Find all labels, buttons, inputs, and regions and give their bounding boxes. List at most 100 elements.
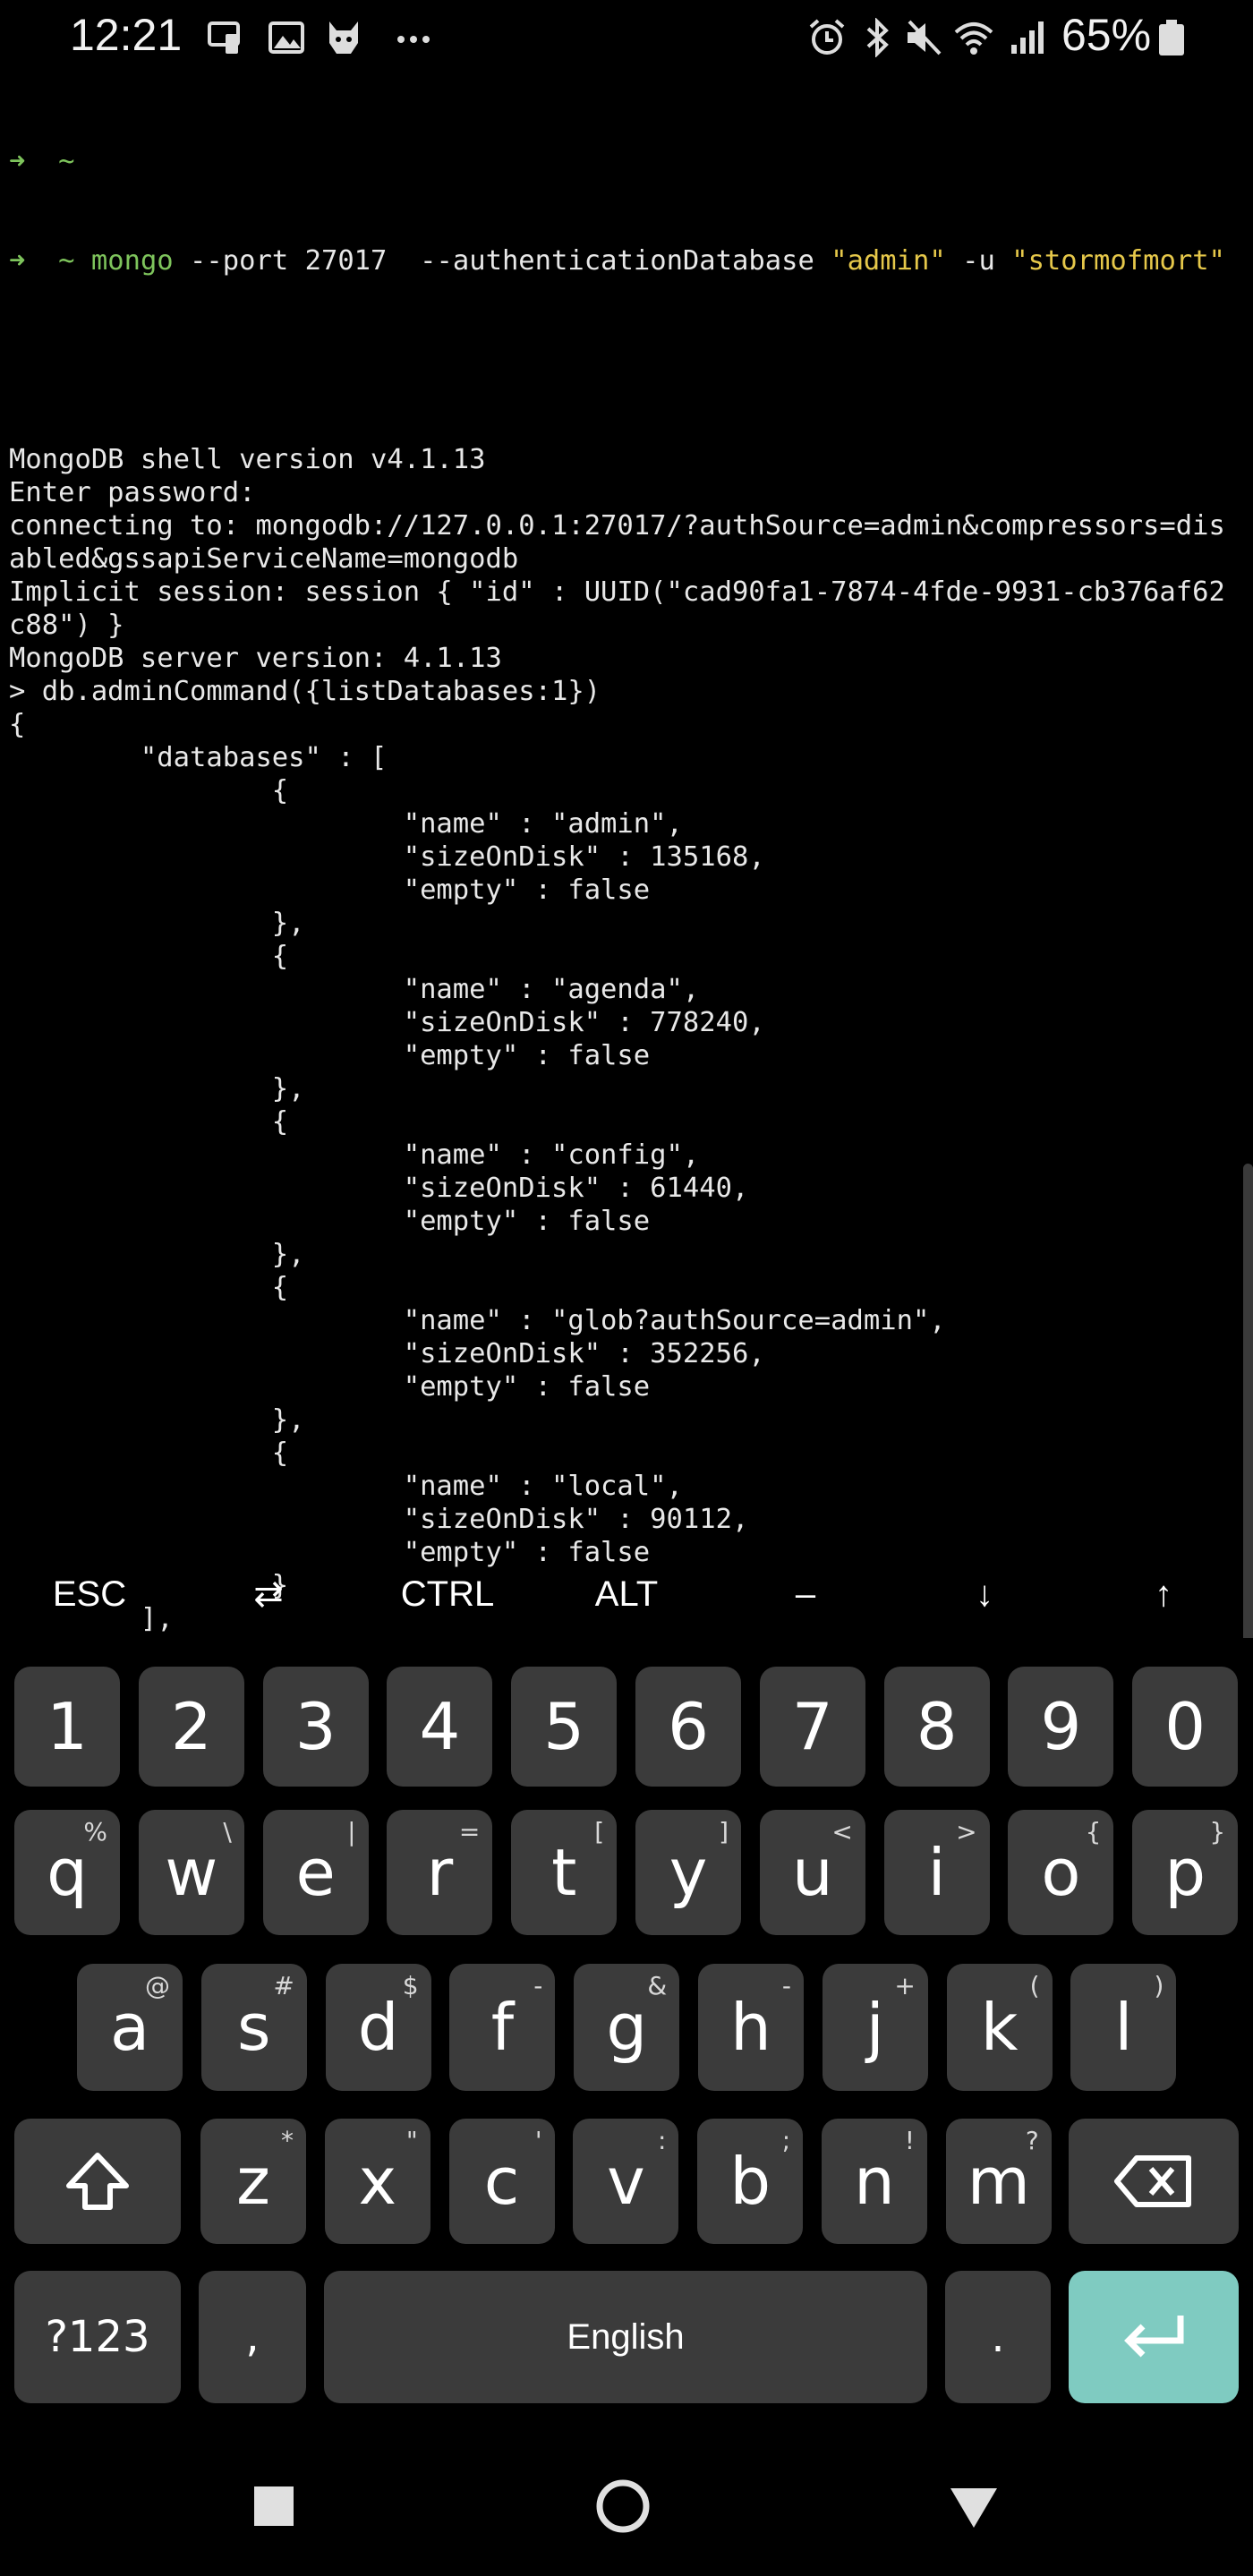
ctrl-key[interactable]: CTRL bbox=[358, 1554, 537, 1634]
terminal-line: }, bbox=[9, 1239, 305, 1270]
terminal-line: "empty" : false bbox=[9, 1371, 651, 1403]
terminal-line: { bbox=[9, 1437, 289, 1469]
key-label: g bbox=[606, 1990, 648, 2065]
key-e[interactable]: e | bbox=[262, 1810, 369, 1935]
tab-key[interactable]: ⇄ bbox=[179, 1554, 358, 1634]
terminal-line: "name" : "config", bbox=[9, 1139, 700, 1171]
key-label: 0 bbox=[1164, 1689, 1206, 1764]
terminal-output[interactable]: ➜ ~ ➜ ~ mongo --port 27017 --authenticat… bbox=[9, 79, 1244, 1833]
key-4[interactable]: 4 bbox=[387, 1667, 493, 1787]
signal-icon bbox=[1011, 21, 1044, 54]
key-g[interactable]: g & bbox=[574, 1964, 680, 2091]
battery-icon bbox=[1159, 20, 1184, 55]
key-2[interactable]: 2 bbox=[138, 1667, 244, 1787]
key-j[interactable]: j + bbox=[822, 1964, 928, 2091]
back-icon[interactable] bbox=[938, 2470, 1010, 2542]
soft-keyboard: 1 2 3 4 5 6 7 8 9 0 q% w \ e | r = t[y] u < i > o{p} a @ s # d $ f - g &… bbox=[0, 1638, 1253, 2426]
key-hint: \ bbox=[223, 1817, 232, 1847]
terminal-line: MongoDB server version: 4.1.13 bbox=[9, 643, 502, 674]
key-5[interactable]: 5 bbox=[511, 1667, 618, 1787]
key-hint: > bbox=[956, 1817, 977, 1847]
key-0[interactable]: 0 bbox=[1132, 1667, 1239, 1787]
key-hint: ] bbox=[719, 1817, 729, 1847]
key-r[interactable]: r = bbox=[387, 1810, 493, 1935]
space-key[interactable]: English bbox=[324, 2271, 927, 2403]
key-label: d bbox=[357, 1990, 399, 2065]
arrow-up-key[interactable]: ↑ bbox=[1074, 1554, 1253, 1634]
shift-key[interactable] bbox=[14, 2119, 181, 2244]
terminal-line: c88") } bbox=[9, 610, 124, 641]
key-hint: - bbox=[533, 1971, 543, 2000]
key-u[interactable]: u < bbox=[759, 1810, 865, 1935]
alt-key[interactable]: ALT bbox=[537, 1554, 716, 1634]
key-x[interactable]: x " bbox=[324, 2119, 430, 2244]
key-o[interactable]: o{ bbox=[1008, 1810, 1114, 1935]
key-3[interactable]: 3 bbox=[262, 1667, 369, 1787]
key-6[interactable]: 6 bbox=[635, 1667, 741, 1787]
key-label: 6 bbox=[668, 1689, 709, 1764]
terminal-line: }, bbox=[9, 1073, 305, 1105]
key-label: a bbox=[109, 1990, 150, 2065]
status-bar: 12:21 65% bbox=[0, 0, 1253, 77]
key-7[interactable]: 7 bbox=[759, 1667, 865, 1787]
backspace-key[interactable] bbox=[1069, 2119, 1239, 2244]
backspace-icon bbox=[1114, 2155, 1191, 2207]
terminal-line: "empty" : false bbox=[9, 1206, 651, 1237]
command-arg-user: "stormofmort" bbox=[1011, 245, 1225, 277]
home-icon[interactable] bbox=[587, 2470, 659, 2542]
symbols-key[interactable]: ?123 bbox=[14, 2271, 181, 2403]
key-8[interactable]: 8 bbox=[883, 1667, 990, 1787]
key-hint: = bbox=[458, 1817, 481, 1847]
prompt-dir: ~ bbox=[58, 146, 75, 177]
key-9[interactable]: 9 bbox=[1008, 1667, 1114, 1787]
key-hint: # bbox=[273, 1971, 294, 2000]
key-y[interactable]: y] bbox=[635, 1810, 741, 1935]
comma-key[interactable]: , bbox=[199, 2271, 306, 2403]
terminal-line: { bbox=[9, 941, 289, 972]
key-label: v bbox=[607, 2144, 645, 2219]
esc-key[interactable]: ESC bbox=[0, 1554, 179, 1634]
key-c[interactable]: c ' bbox=[448, 2119, 555, 2244]
prompt-arrow: ➜ bbox=[9, 146, 26, 177]
key-a[interactable]: a @ bbox=[77, 1964, 183, 2091]
terminal-line: "sizeOnDisk" : 61440, bbox=[9, 1173, 749, 1204]
key-q[interactable]: q% bbox=[14, 1810, 120, 1935]
command-name: mongo bbox=[90, 245, 174, 277]
terminal-line: { bbox=[9, 709, 26, 740]
key-d[interactable]: d $ bbox=[325, 1964, 431, 2091]
key-v[interactable]: v: bbox=[573, 2119, 679, 2244]
key-h[interactable]: h- bbox=[698, 1964, 804, 2091]
key-p[interactable]: p} bbox=[1132, 1810, 1239, 1935]
battery-percent: 65% bbox=[1061, 10, 1152, 60]
key-b[interactable]: b; bbox=[697, 2119, 804, 2244]
key-f[interactable]: f- bbox=[449, 1964, 556, 2091]
key-hint: } bbox=[1209, 1817, 1226, 1847]
key-hint: < bbox=[831, 1817, 853, 1847]
key-s[interactable]: s # bbox=[200, 1964, 307, 2091]
key-n[interactable]: n! bbox=[822, 2119, 927, 2244]
wifi-icon bbox=[954, 22, 993, 55]
enter-key[interactable] bbox=[1069, 2271, 1239, 2403]
key-w[interactable]: w \ bbox=[138, 1810, 244, 1935]
arrow-down-key[interactable]: ↓ bbox=[895, 1554, 1074, 1634]
key-t[interactable]: t[ bbox=[511, 1810, 618, 1935]
terminal-line: "empty" : false bbox=[9, 1040, 651, 1071]
key-k[interactable]: k( bbox=[946, 1964, 1053, 2091]
key-label: p bbox=[1164, 1835, 1206, 1910]
key-label: n bbox=[854, 2144, 895, 2219]
key-m[interactable]: m? bbox=[945, 2119, 1052, 2244]
key-1[interactable]: 1 bbox=[14, 1667, 120, 1787]
key-l[interactable]: l) bbox=[1070, 1964, 1177, 2091]
key-hint: ' bbox=[534, 2126, 542, 2155]
key-hint: " bbox=[405, 2126, 418, 2155]
key-hint: | bbox=[347, 1817, 356, 1847]
key-z[interactable]: z * bbox=[200, 2119, 306, 2244]
key-label: t bbox=[551, 1835, 577, 1910]
dash-key[interactable]: – bbox=[716, 1554, 895, 1634]
recents-icon[interactable] bbox=[238, 2470, 310, 2542]
key-i[interactable]: i > bbox=[883, 1810, 990, 1935]
key-label: x bbox=[358, 2144, 397, 2219]
period-key[interactable]: . bbox=[945, 2271, 1051, 2403]
terminal-line: Implicit session: session { "id" : UUID(… bbox=[9, 576, 1225, 608]
key-hint: @ bbox=[145, 1971, 170, 2000]
